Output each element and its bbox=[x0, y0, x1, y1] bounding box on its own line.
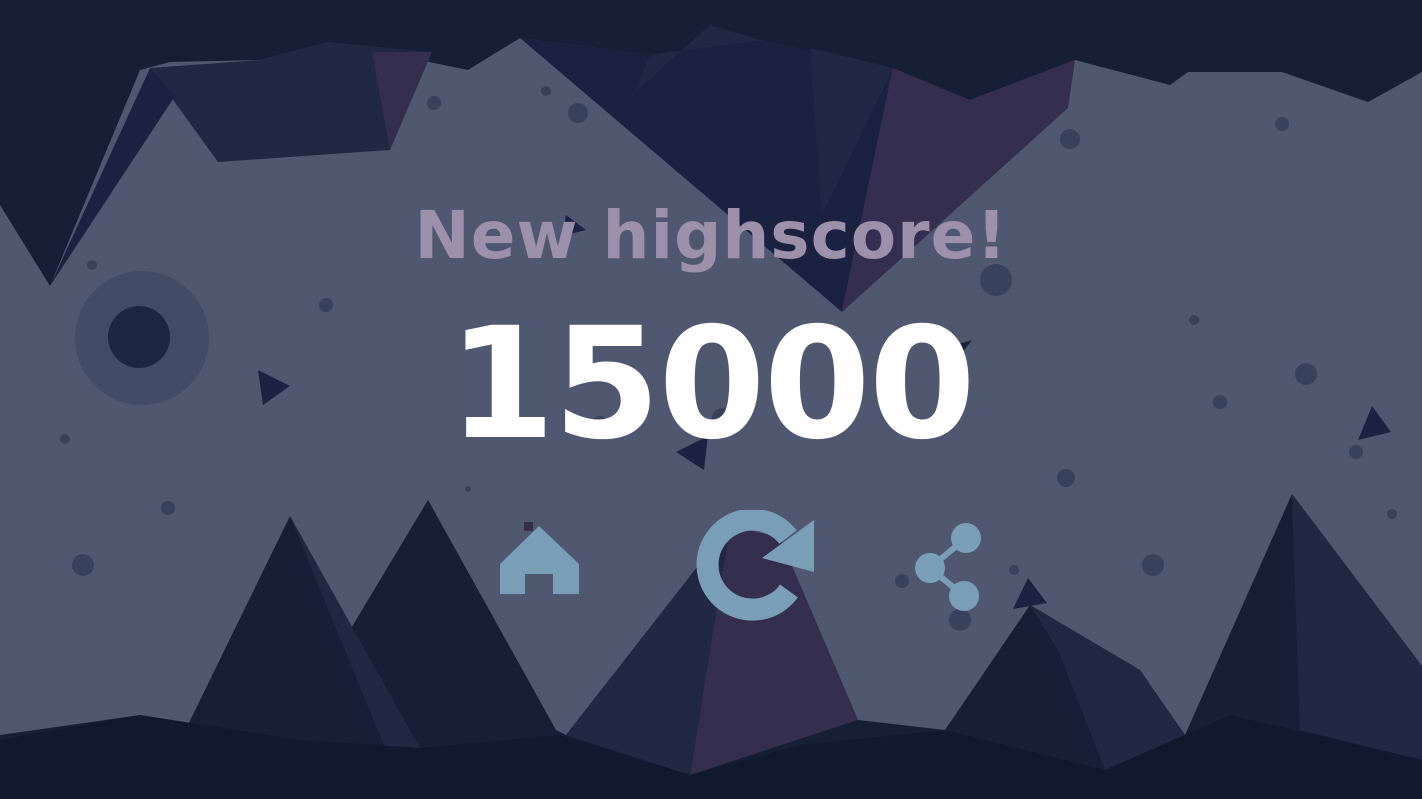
home-button[interactable] bbox=[497, 522, 581, 598]
replay-button[interactable] bbox=[696, 510, 818, 622]
share-button[interactable] bbox=[906, 518, 988, 612]
game-over-screen: New highscore! 15000 bbox=[0, 0, 1422, 799]
new-highscore-title: New highscore! bbox=[414, 197, 1008, 274]
share-icon bbox=[915, 523, 981, 611]
replay-icon bbox=[696, 510, 814, 621]
final-score: 15000 bbox=[448, 295, 976, 474]
home-icon bbox=[500, 526, 579, 594]
